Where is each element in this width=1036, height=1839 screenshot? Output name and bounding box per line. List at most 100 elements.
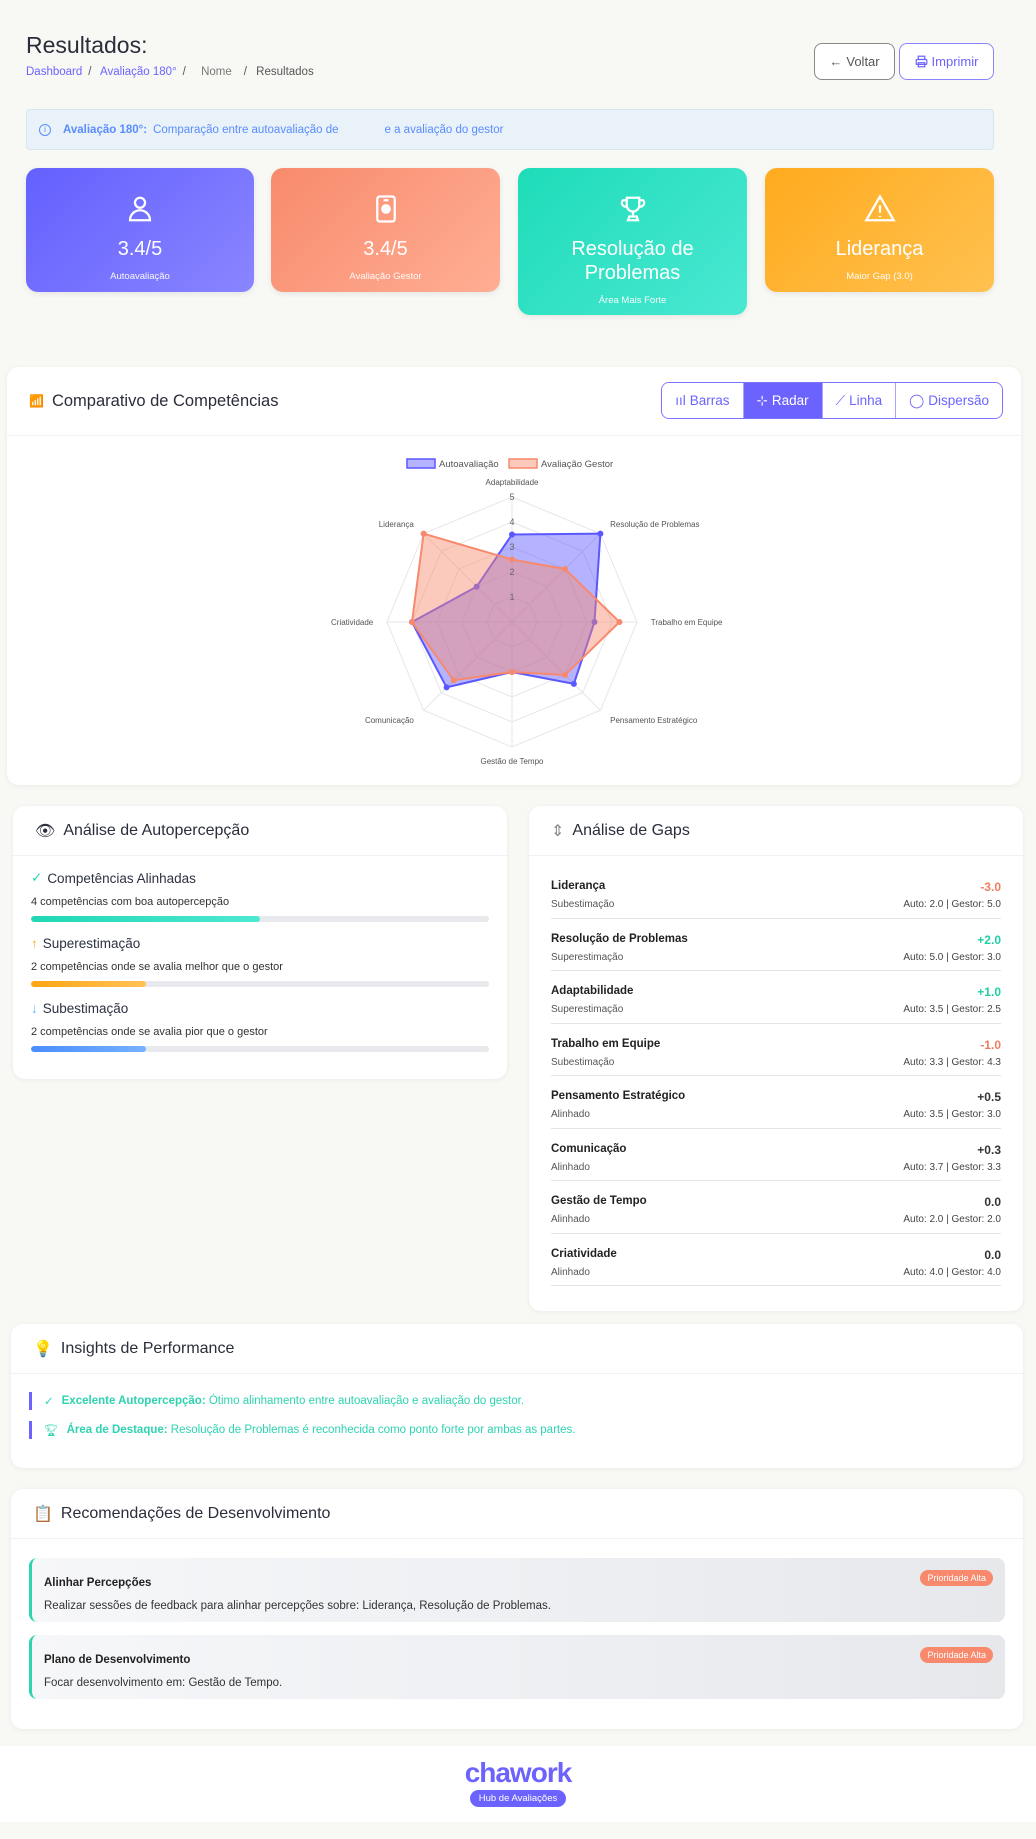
item-title-text: Subestimação <box>42 1001 129 1016</box>
line-chart-icon: ⟋ <box>835 392 846 408</box>
recs-list: Alinhar Percepções Realizar sessões de fe… <box>11 1539 1023 1699</box>
footer: chawork Hub de Avaliações <box>0 1746 1036 1822</box>
radar-point <box>450 677 457 684</box>
gap-scores: Auto: 2.0 | Gestor: 5.0 <box>903 899 1001 910</box>
gap-status: Subestimação <box>551 1056 615 1068</box>
stat-label: Maior Gap (3.0) <box>846 271 913 282</box>
stat-value: 3.4/5 <box>363 238 408 260</box>
rec-title: Alinhar Percepções <box>44 1577 152 1589</box>
radar-point <box>509 556 515 563</box>
gap-value: -1.0 <box>980 1037 1001 1052</box>
chart-card: 📶 Comparativo de Competências ııl Barras … <box>7 367 1021 785</box>
check-circle-icon: ✓ <box>44 1396 54 1408</box>
radar-point <box>420 530 427 537</box>
stat-card-area-forte: Resolução de Problemas Área Mais Forte <box>518 168 747 315</box>
insight-item: 🏆︎ Área de Destaque: Resolução de Problem… <box>29 1421 1023 1439</box>
legend-swatch <box>508 458 538 469</box>
gap-value: 0.0 <box>984 1247 1001 1262</box>
footer-tagline: Hub de Avaliações <box>469 1790 567 1807</box>
split-icon: ⇕ <box>551 822 565 840</box>
recs-header: 📋 Recomendações de Desenvolvimento <box>11 1489 1023 1539</box>
breadcrumb-avaliacao[interactable]: Avaliação 180° <box>100 66 177 78</box>
gap-row: Liderança Subestimação -3.0 Auto: 2.0 | Ges… <box>551 866 1001 919</box>
info-text-2: e a avaliação do gestor <box>384 123 504 136</box>
recs-card: 📋 Recomendações de Desenvolvimento Alinh… <box>11 1489 1023 1729</box>
gap-competency: Liderança <box>551 880 606 892</box>
tab-barras[interactable]: ııl Barras <box>662 383 743 418</box>
breadcrumb: Dashboard / Avaliação 180° / Nome / Resulta… <box>26 66 314 78</box>
gap-row: Criatividade Alinhado 0.0 Auto: 4.0 | Gesto… <box>551 1234 1001 1286</box>
gap-status: Alinhado <box>551 1161 590 1173</box>
rec-desc: Realizar sessões de feedback para alinha… <box>44 1600 551 1612</box>
radar-axis-label: Pensamento Estratégico <box>610 716 698 725</box>
check-circle-icon: ✓ <box>31 870 43 885</box>
chart-type-tabs: ııl Barras ⊹ Radar ⟋ Linha ◯ Dispersão <box>661 382 1003 419</box>
gap-row: Pensamento Estratégico Alinhado +0.5 Auto: … <box>551 1076 1001 1129</box>
stat-value: 3.4/5 <box>117 238 163 260</box>
item-title-text: Competências Alinhadas <box>47 870 196 886</box>
bar-chart-icon: ııl <box>675 393 686 408</box>
legend-label: Autoavaliação <box>439 459 499 470</box>
back-button[interactable]: ← Voltar <box>814 43 895 80</box>
autopercepcao-title: Análise de Autopercepção <box>63 821 250 839</box>
arrow-up-icon: ↑ <box>31 936 38 951</box>
autopercepcao-list: ✓ Competências Alinhadas 4 competências c… <box>13 870 507 1052</box>
gap-row: Trabalho em Equipe Subestimação -1.0 Auto: … <box>551 1024 1001 1076</box>
print-button[interactable]: Imprimir <box>899 43 994 80</box>
gap-row: Resolução de Problemas Superestimação +2.0… <box>551 919 1001 971</box>
gap-status: Superestimação <box>551 951 624 963</box>
radar-axis-label: Comunicação <box>365 716 414 725</box>
item-title: ↑ Superestimação <box>31 936 489 951</box>
gap-row: Gestão de Tempo Alinhado 0.0 Auto: 2.0 | Ge… <box>551 1181 1001 1234</box>
circle-icon: ◯ <box>909 392 925 408</box>
breadcrumb-dashboard[interactable]: Dashboard <box>26 66 82 78</box>
arrow-down-icon: ↓ <box>31 1001 38 1016</box>
tab-linha[interactable]: ⟋ Linha <box>821 383 896 418</box>
gap-competency: Criatividade <box>551 1247 617 1260</box>
tab-label: Barras <box>689 393 730 408</box>
info-text: Comparação entre autoavaliação de <box>153 123 339 136</box>
insight-item: ✓ Excelente Autopercepção: Ótimo alinhame… <box>29 1392 1023 1410</box>
gap-competency: Comunicação <box>551 1142 627 1155</box>
radar-tick-label: 5 <box>509 492 514 502</box>
gaps-title: Análise de Gaps <box>572 821 690 839</box>
recs-title: Recomendações de Desenvolvimento <box>60 1504 331 1522</box>
stat-label: Avaliação Gestor <box>349 271 422 282</box>
insight-text: Ótimo alinhamento entre autoavaliação e … <box>208 1395 525 1407</box>
print-label: Imprimir <box>931 54 979 69</box>
progress-fill <box>31 981 146 987</box>
page-title: Resultados: <box>26 32 148 58</box>
radar-point <box>597 530 604 537</box>
stat-card-autoavaliacao: 3.4/5 Autoavaliação <box>26 168 254 292</box>
stat-label: Autoavaliação <box>110 271 170 282</box>
item-desc: 2 competências onde se avalia pior que o… <box>31 1026 268 1038</box>
gap-value: +0.5 <box>977 1090 1001 1104</box>
gaps-list: Liderança Subestimação -3.0 Auto: 2.0 | Ges… <box>529 856 1023 1286</box>
gap-competency: Gestão de Tempo <box>551 1195 647 1207</box>
insight-bold: Área de Destaque: <box>66 1424 168 1436</box>
gaps-card: ⇕ Análise de Gaps Liderança Subestimação -… <box>529 806 1023 1311</box>
gap-scores: Auto: 3.5 | Gestor: 2.5 <box>903 1004 1001 1015</box>
gap-status: Alinhado <box>551 1214 590 1225</box>
stat-value: Resolução de Problemas <box>571 238 694 284</box>
breadcrumb-current: Resultados <box>256 66 314 78</box>
gap-scores: Auto: 5.0 | Gestor: 3.0 <box>903 951 1001 963</box>
gap-status: Alinhado <box>551 1266 590 1278</box>
stat-card-gestor: 3.4/5 Avaliação Gestor <box>271 168 500 292</box>
tab-label: Linha <box>849 393 883 408</box>
radar-axis-label: Criatividade <box>331 618 374 627</box>
insights-card: 💡 Insights de Performance ✓ Excelente Aut… <box>11 1324 1023 1468</box>
gap-value: +1.0 <box>977 985 1001 999</box>
legend-label: Avaliação Gestor <box>541 459 613 470</box>
gap-value: -3.0 <box>980 880 1001 894</box>
tab-label: Dispersão <box>928 393 989 408</box>
rec-desc: Focar desenvolvimento em: Gestão de Temp… <box>44 1677 283 1689</box>
progress-fill <box>31 1046 146 1052</box>
warning-icon <box>863 194 896 222</box>
rec-title: Plano de Desenvolvimento <box>44 1654 191 1666</box>
tab-dispersao[interactable]: ◯ Dispersão <box>895 383 1002 418</box>
gap-scores: Auto: 2.0 | Gestor: 2.0 <box>903 1214 1001 1225</box>
stat-label: Área Mais Forte <box>598 295 667 306</box>
tab-radar[interactable]: ⊹ Radar <box>742 383 822 418</box>
rec-item: Plano de Desenvolvimento Focar desenvolvi… <box>29 1635 1005 1699</box>
